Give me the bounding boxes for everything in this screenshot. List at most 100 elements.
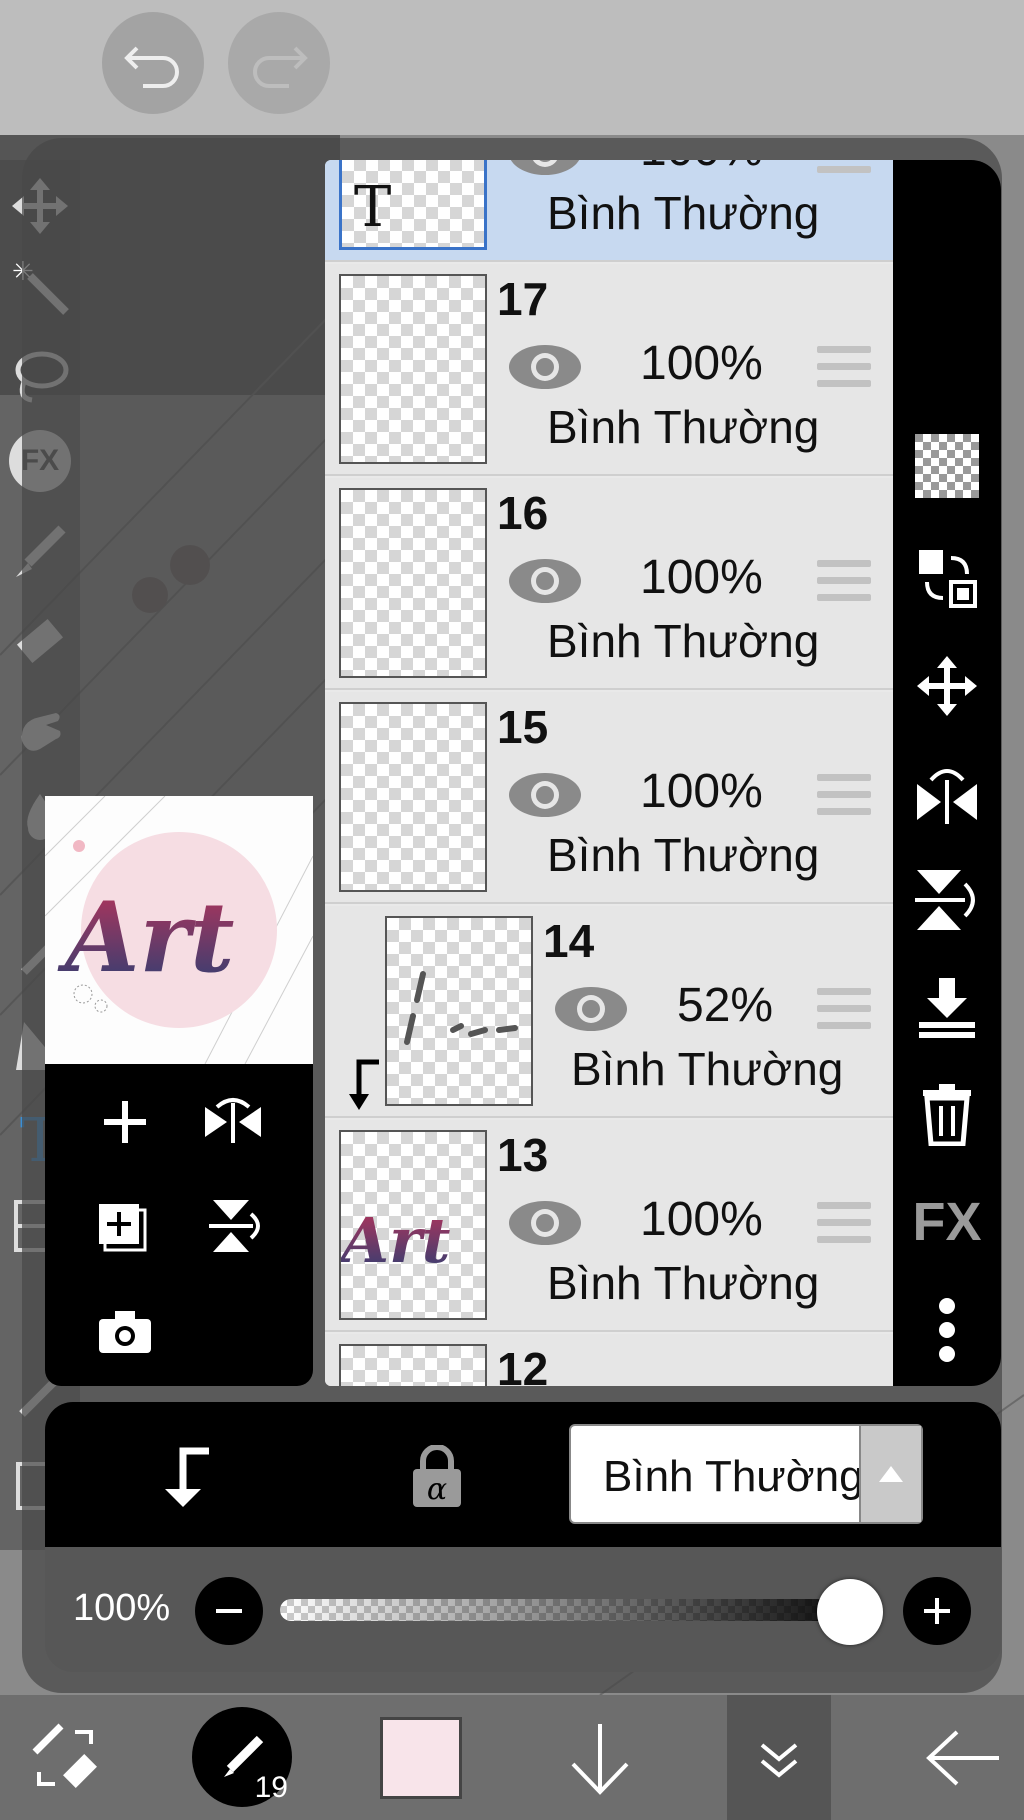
layer-thumbnail: [339, 702, 487, 892]
drag-handle-icon[interactable]: [817, 160, 871, 174]
alpha-lock-icon: α: [413, 1445, 461, 1507]
layer-number: 16: [497, 487, 549, 539]
blend-mode-select[interactable]: Bình Thường: [569, 1424, 923, 1524]
swap-layer-icon: [919, 550, 977, 608]
redo-button[interactable]: [228, 12, 330, 114]
add-special-layer-button[interactable]: [85, 1186, 165, 1266]
clipping-toggle-button[interactable]: [145, 1437, 225, 1517]
drag-handle-icon[interactable]: [817, 1202, 871, 1244]
blend-mode-value: Bình Thường: [603, 1452, 864, 1501]
opacity-increase-button[interactable]: [903, 1577, 971, 1645]
brush-eraser-switch-button[interactable]: [20, 1705, 110, 1810]
swap-layer-button[interactable]: [907, 538, 987, 618]
undo-button[interactable]: [102, 12, 204, 114]
more-options-button[interactable]: [907, 1290, 987, 1370]
layer-row-12[interactable]: 12: [325, 1334, 893, 1386]
svg-text:α: α: [427, 1472, 447, 1507]
canvas-preview[interactable]: Art: [45, 796, 313, 1064]
redo-arrow-icon: [253, 46, 308, 88]
flip-layer-horizontal-button[interactable]: [907, 754, 987, 834]
more-vertical-icon: [939, 1298, 955, 1362]
layer-opacity: 100%: [640, 551, 763, 604]
eye-icon[interactable]: [553, 984, 629, 1034]
eye-icon[interactable]: [507, 556, 583, 606]
layer-number: 15: [497, 701, 549, 753]
clipping-arrow-icon: [349, 1059, 379, 1110]
alpha-lock-button[interactable]: α: [397, 1437, 477, 1517]
layer-thumbnail: [339, 274, 487, 464]
layers-button[interactable]: [727, 1695, 831, 1820]
flip-canvas-horizontal-button[interactable]: [193, 1082, 273, 1162]
drag-handle-icon[interactable]: [817, 346, 871, 388]
flip-horizontal-icon: [205, 1098, 261, 1143]
layer-number: 13: [497, 1129, 549, 1181]
layer-opacity: 100%: [640, 160, 763, 177]
layer-opacity: 100%: [640, 337, 763, 390]
trash-icon: [923, 1084, 971, 1146]
collapse-button[interactable]: [560, 1705, 640, 1810]
layer-row-16[interactable]: 16 100% Bình Thường: [325, 478, 893, 690]
clipping-icon: [165, 1447, 209, 1507]
drag-handle-icon[interactable]: [817, 774, 871, 816]
layer-row-15[interactable]: 15 100% Bình Thường: [325, 692, 893, 904]
flip-horizontal-icon: [917, 769, 977, 824]
dropdown-arrow-icon[interactable]: [859, 1426, 921, 1522]
layer-plus-icon: [99, 1204, 147, 1252]
blend-mode-bar: α Bình Thường: [45, 1402, 1001, 1547]
drag-handle-icon[interactable]: [817, 560, 871, 602]
layer-opacity: 100%: [640, 765, 763, 818]
bottom-toolbar: 19: [0, 1695, 1024, 1820]
layer-blend-mode: Bình Thường: [547, 1257, 820, 1309]
top-bar: [0, 0, 1024, 135]
thumb-art-text: Art: [341, 1204, 451, 1277]
minus-icon: [216, 1609, 242, 1613]
layer-opacity: 100%: [640, 1193, 763, 1246]
plus-icon: [924, 1598, 950, 1624]
color-swatch-button[interactable]: [380, 1717, 462, 1799]
add-layer-button[interactable]: [85, 1082, 165, 1162]
layer-row-text[interactable]: T 100% Bình Thường: [325, 160, 893, 262]
layer-thumbnail: [385, 916, 533, 1106]
layer-list[interactable]: T 100% Bình Thường 17 100% Bình Thường 1…: [325, 160, 893, 1386]
layer-thumbnail: [339, 488, 487, 678]
flip-vertical-icon: [915, 870, 975, 930]
merge-down-button[interactable]: [907, 968, 987, 1048]
layer-thumbnail-art: Art: [341, 1204, 451, 1277]
arrow-left-icon: [926, 1730, 999, 1785]
layer-thumbnail-strokes: [404, 971, 518, 1045]
flip-canvas-vertical-button[interactable]: [193, 1186, 273, 1266]
layer-blend-mode: Bình Thường: [547, 401, 820, 453]
arrow-down-icon: [571, 1723, 629, 1795]
layer-number: 17: [497, 273, 549, 325]
import-photo-button[interactable]: [85, 1292, 165, 1372]
brush-size-button[interactable]: 19: [192, 1707, 292, 1807]
text-layer-glyph: T: [354, 175, 392, 240]
drag-handle-icon[interactable]: [817, 988, 871, 1030]
opacity-slider[interactable]: [280, 1599, 880, 1621]
plus-icon: [104, 1101, 146, 1143]
eye-icon[interactable]: [507, 342, 583, 392]
opacity-slider-thumb[interactable]: [817, 1579, 883, 1645]
eye-icon[interactable]: [507, 770, 583, 820]
merge-down-icon: [919, 978, 975, 1038]
transparent-fill-button[interactable]: [907, 426, 987, 506]
layer-fx-button[interactable]: FX: [907, 1182, 987, 1262]
eye-icon[interactable]: [507, 160, 583, 178]
opacity-decrease-button[interactable]: [195, 1577, 263, 1645]
layer-row-17[interactable]: 17 100% Bình Thường: [325, 264, 893, 476]
fx-label: FX: [912, 1192, 982, 1252]
layer-thumbnail: [339, 1344, 487, 1386]
eye-icon[interactable]: [507, 1198, 583, 1248]
preview-art-text: Art: [57, 881, 234, 994]
camera-icon: [99, 1311, 151, 1353]
layer-row-14[interactable]: 14 52% Bình Thường: [325, 906, 893, 1118]
move-layer-button[interactable]: [907, 646, 987, 726]
flip-layer-vertical-button[interactable]: [907, 860, 987, 940]
opacity-value: 100%: [73, 1587, 171, 1629]
back-button[interactable]: [918, 1705, 1008, 1810]
brush-eraser-swap-icon: [32, 1723, 97, 1788]
delete-layer-button[interactable]: [907, 1074, 987, 1154]
preview-artwork: Art: [45, 796, 313, 1064]
layer-blend-mode: Bình Thường: [547, 187, 820, 239]
layer-row-13[interactable]: Art 13 100% Bình Thường: [325, 1120, 893, 1332]
